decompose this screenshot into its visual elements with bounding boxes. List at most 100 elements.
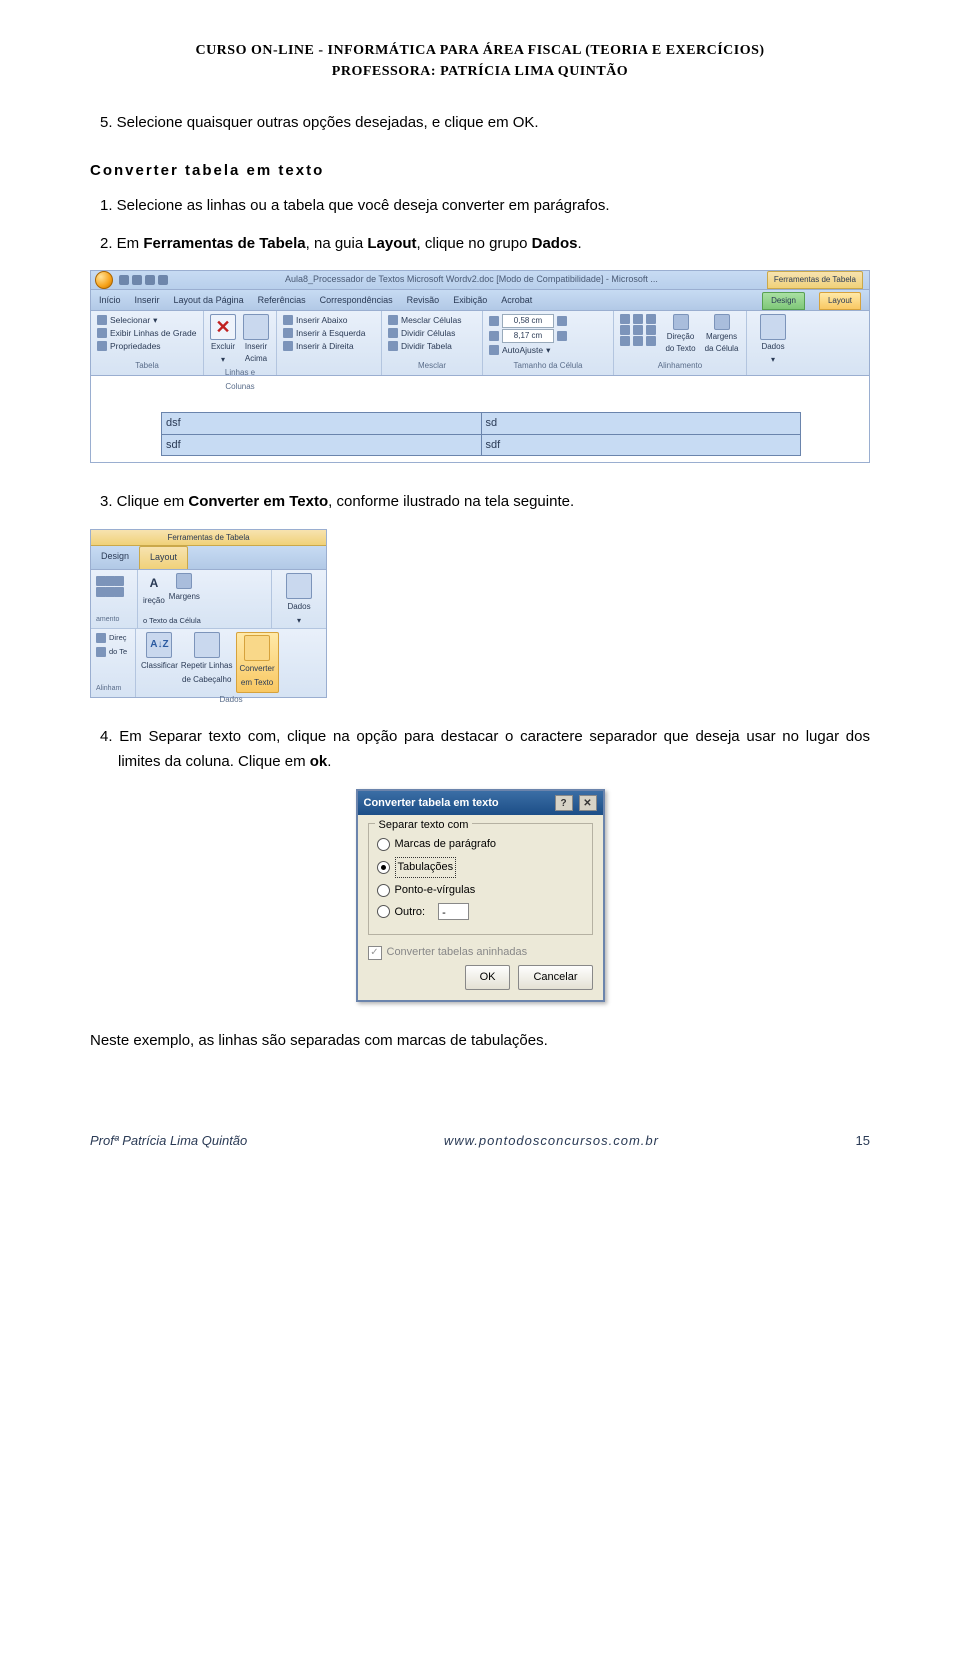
radio-icon <box>377 838 390 851</box>
radio-outro[interactable]: Outro: - <box>377 903 584 922</box>
tab-inicio[interactable]: Início <box>99 293 121 310</box>
insert-below-icon <box>283 315 293 325</box>
lbl-amento: amento <box>96 614 132 628</box>
autofit-icon <box>489 345 499 355</box>
grid-icon <box>97 328 107 338</box>
step2-bold3: Dados <box>532 235 578 252</box>
btn-direcao-small[interactable]: Aireção <box>143 573 165 608</box>
data-icon <box>760 314 786 340</box>
group-tabela: Selecionar ▾ Exibir Linhas de Grade Prop… <box>91 311 204 375</box>
insert-left-icon <box>283 328 293 338</box>
btn-selecionar[interactable]: Selecionar ▾ <box>97 314 196 326</box>
text-direction-icon <box>673 314 689 330</box>
document-canvas: dsfsd sdfsdf <box>91 375 869 462</box>
other-input[interactable]: - <box>438 903 469 920</box>
btn-margens-celula[interactable]: Margens da Célula <box>703 314 740 355</box>
btn-inserir-esquerda[interactable]: Inserir à Esquerda <box>283 327 365 339</box>
group-tamanho: 0,58 cm 8,17 cm AutoAjuste ▾ Tamanho da … <box>483 311 614 375</box>
step4-end: . <box>327 753 331 770</box>
distribute-cols-icon <box>557 331 567 341</box>
radio-icon <box>377 905 390 918</box>
step-4: 4. Em Separar texto com, clique na opção… <box>90 724 870 775</box>
tab-revisao[interactable]: Revisão <box>407 293 440 310</box>
group-mesclar-label: Mesclar <box>388 359 476 375</box>
group-alinhamento-label: Alinhamento <box>620 359 740 375</box>
btn-inserir-direita[interactable]: Inserir à Direita <box>283 340 365 352</box>
separator-groupbox: Separar texto com Marcas de parágrafo Ta… <box>368 823 593 935</box>
figure-ribbon-dados: Ferramentas de Tabela Design Layout amen… <box>90 529 870 698</box>
width-icon <box>489 331 499 341</box>
radio-icon <box>377 884 390 897</box>
step4-pre: 4. Em Separar texto com, clique na opção… <box>100 728 870 771</box>
closing-text: Neste exemplo, as linhas são separadas c… <box>90 1028 870 1054</box>
dialog-body: Separar texto com Marcas de parágrafo Ta… <box>358 815 603 999</box>
btn-dividir-tabela[interactable]: Dividir Tabela <box>388 340 461 352</box>
tab-layout-small[interactable]: Layout <box>139 546 188 568</box>
footer-author: Profª Patrícia Lima Quintão <box>90 1133 247 1148</box>
step2-pre: 2. Em <box>100 235 143 252</box>
small-ribbon-top: amento Aireção Margens o Texto da Célula… <box>91 570 326 629</box>
small-ribbon: Ferramentas de Tabela Design Layout amen… <box>90 529 327 698</box>
btn-direcao-texto[interactable]: Direção do Texto <box>664 314 697 355</box>
header-line2: PROFESSORA: PATRÍCIA LIMA QUINTÃO <box>90 61 870 82</box>
step3-bold: Converter em Texto <box>188 493 328 510</box>
btn-margens-small[interactable]: Margens <box>169 573 200 608</box>
btn-dados[interactable]: Dados▾ <box>760 314 786 366</box>
btn-excluir[interactable]: ✕ Excluir▾ <box>210 314 236 366</box>
group-lc-label: Linhas e Colunas <box>210 366 270 395</box>
step2-mid1: , na guia <box>306 235 368 252</box>
dialog-title: Converter tabela em texto <box>364 794 499 813</box>
small-ribbon-tabs: Design Layout <box>91 546 326 569</box>
tab-acrobat[interactable]: Acrobat <box>501 293 532 310</box>
tab-referencias[interactable]: Referências <box>258 293 306 310</box>
tab-inserir[interactable]: Inserir <box>135 293 160 310</box>
tab-layout-pagina[interactable]: Layout da Página <box>174 293 244 310</box>
ok-button[interactable]: OK <box>465 965 511 990</box>
btn-dividir-celulas[interactable]: Dividir Células <box>388 327 461 339</box>
tab-design[interactable]: Design <box>762 292 805 310</box>
btn-classificar[interactable]: A↓ZClassificar <box>141 632 178 693</box>
btn-propriedades[interactable]: Propriedades <box>97 340 196 352</box>
lbl-sub: o Texto da Célula <box>143 615 266 628</box>
btn-repetir-linhas[interactable]: Repetir Linhasde Cabeçalho <box>181 632 233 693</box>
insert-right-icon <box>283 341 293 351</box>
tab-layout[interactable]: Layout <box>819 292 861 310</box>
pointer-icon <box>97 315 107 325</box>
quick-access-toolbar[interactable] <box>119 275 168 285</box>
help-button[interactable]: ? <box>555 795 573 811</box>
col-width[interactable]: 8,17 cm <box>489 329 567 343</box>
chk-tabelas-aninhadas: Converter tabelas aninhadas <box>368 943 593 962</box>
table-row: dsfsd <box>162 413 801 435</box>
btn-inserir-abaixo[interactable]: Inserir Abaixo <box>283 314 365 326</box>
radio-tabulacoes[interactable]: Tabulações <box>377 857 584 878</box>
footer-url: www.pontodosconcursos.com.br <box>444 1133 659 1148</box>
cancel-button[interactable]: Cancelar <box>518 965 592 990</box>
group-tabela-label: Tabela <box>97 359 197 375</box>
tab-design-small[interactable]: Design <box>91 546 139 568</box>
office-orb-icon[interactable] <box>95 271 113 289</box>
btn-exibir-grade[interactable]: Exibir Linhas de Grade <box>97 327 196 339</box>
step2-mid2: , clique no grupo <box>417 235 532 252</box>
btn-inserir-acima-big[interactable]: Inserir Acima <box>242 314 270 365</box>
tab-exibicao[interactable]: Exibição <box>453 293 487 310</box>
row-height[interactable]: 0,58 cm <box>489 314 567 328</box>
sample-table: dsfsd sdfsdf <box>161 412 801 456</box>
radio-ponto-virgulas[interactable]: Ponto-e-vírgulas <box>377 881 584 900</box>
lbl-alinham: Alinham <box>96 683 130 697</box>
sort-icon: A↓Z <box>146 632 172 658</box>
alignment-grid[interactable] <box>620 314 658 346</box>
cell: sdf <box>162 434 482 456</box>
checkbox-icon <box>368 946 382 960</box>
btn-autoajuste[interactable]: AutoAjuste ▾ <box>489 344 567 356</box>
align-grid-small[interactable] <box>96 576 132 597</box>
close-button[interactable]: ✕ <box>579 795 597 811</box>
btn-dados-small[interactable]: Dados▾ <box>277 573 321 628</box>
radio-marcas-paragrafo[interactable]: Marcas de parágrafo <box>377 835 584 854</box>
footer-page-number: 15 <box>856 1133 870 1148</box>
btn-converter-em-texto[interactable]: Converterem Texto <box>236 632 279 693</box>
btn-mesclar-celulas[interactable]: Mesclar Células <box>388 314 461 326</box>
tab-correspondencias[interactable]: Correspondências <box>320 293 393 310</box>
page-footer: Profª Patrícia Lima Quintão www.pontodos… <box>90 1133 870 1148</box>
distribute-rows-icon <box>557 316 567 326</box>
cell: sdf <box>481 434 801 456</box>
